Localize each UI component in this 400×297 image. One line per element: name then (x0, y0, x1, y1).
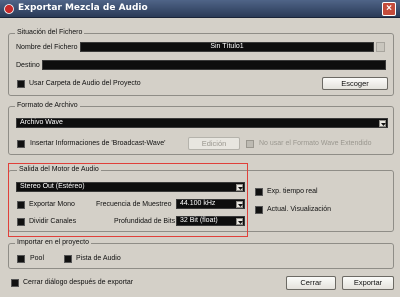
file-name-field[interactable]: Sin Título1 (80, 42, 374, 52)
no-extended-wave-checkbox[interactable] (246, 140, 254, 148)
use-project-folder-label: Usar Carpeta de Audio del Proyecto (29, 80, 141, 87)
destination-label: Destino (16, 62, 40, 69)
close-icon: × (386, 3, 392, 14)
output-bus-select[interactable]: Stereo Out (Estéreo) (16, 182, 245, 192)
file-name-label: Nombre del Fichero (16, 44, 78, 51)
close-after-export-checkbox[interactable] (11, 279, 19, 287)
close-after-export-label: Cerrar diálogo después de exportar (23, 279, 134, 286)
close-button-label: Cerrar (300, 278, 322, 287)
chevron-down-icon (236, 201, 243, 208)
use-project-folder-checkbox[interactable] (17, 80, 25, 88)
realtime-export-label: Exp. tiempo real (267, 188, 318, 195)
title-bar: Exportar Mezcla de Audio × (0, 0, 400, 18)
export-mono-checkbox[interactable] (17, 201, 25, 209)
audio-track-checkbox[interactable] (64, 255, 72, 263)
update-display-label: Actual. Visualización (267, 206, 332, 213)
broadcast-wave-checkbox[interactable] (17, 140, 25, 148)
audio-track-label: Pista de Audio (76, 255, 121, 262)
chevron-down-icon (236, 184, 243, 191)
close-button[interactable]: × (382, 2, 396, 16)
sample-rate-select[interactable]: 44.100 kHz (176, 199, 245, 209)
file-type-select[interactable]: Archivo Wave (16, 118, 388, 128)
bit-depth-select[interactable]: 32 Bit (float) (176, 216, 245, 226)
export-button-label: Exportar (353, 278, 383, 287)
no-extended-wave-label: No usar el Formato Wave Extendido (259, 140, 372, 147)
sample-rate-label: Frecuencia de Muestreo (96, 201, 172, 208)
destination-field[interactable] (42, 60, 386, 70)
choose-button[interactable]: Escoger (322, 77, 388, 90)
app-icon (4, 4, 14, 14)
pool-label: Pool (30, 255, 45, 262)
output-bus-value: Stereo Out (Estéreo) (20, 183, 85, 190)
split-channels-checkbox[interactable] (17, 218, 25, 226)
window-title: Exportar Mezcla de Audio (18, 3, 148, 13)
close-button-footer[interactable]: Cerrar (286, 276, 336, 290)
file-type-value: Archivo Wave (20, 119, 63, 126)
export-mono-label: Exportar Mono (29, 201, 75, 208)
bit-depth-label: Profundidad de Bits (114, 218, 176, 225)
file-name-value: Sin Título1 (210, 43, 244, 50)
edit-button-label: Edición (201, 139, 227, 148)
choose-button-label: Escoger (341, 79, 369, 88)
split-channels-label: Dividir Canales (29, 218, 77, 225)
file-location-legend: Situación del Fichero (15, 29, 85, 36)
chevron-down-icon (379, 120, 386, 127)
import-project-legend: Importar en el proyecto (15, 239, 91, 246)
bit-depth-value: 32 Bit (float) (180, 217, 218, 224)
file-name-dropdown-icon[interactable] (376, 42, 385, 52)
update-display-checkbox[interactable] (255, 206, 263, 214)
chevron-down-icon (236, 218, 243, 225)
export-button[interactable]: Exportar (342, 276, 394, 290)
sample-rate-value: 44.100 kHz (180, 200, 216, 207)
edit-button[interactable]: Edición (188, 137, 240, 150)
pool-checkbox[interactable] (17, 255, 25, 263)
file-format-legend: Formato de Archivo (15, 102, 80, 109)
broadcast-wave-label: Insertar Informaciones de 'Broadcast-Wav… (30, 140, 166, 147)
realtime-export-checkbox[interactable] (255, 188, 263, 196)
